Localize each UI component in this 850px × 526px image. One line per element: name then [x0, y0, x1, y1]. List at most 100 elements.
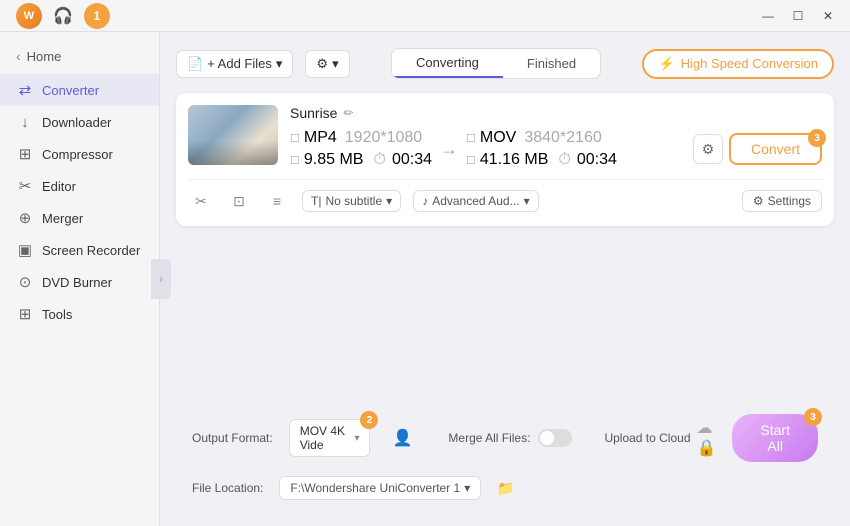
edit-icon[interactable]: ✏: [343, 106, 353, 120]
notification-badge[interactable]: 1: [84, 3, 110, 29]
add-files-icon: 📄: [187, 56, 203, 72]
upload-label: Upload to Cloud: [604, 431, 690, 445]
format-icon: ☐: [290, 132, 300, 145]
audio-select[interactable]: ♪ Advanced Aud... ▾: [413, 190, 538, 212]
sidebar-item-merger[interactable]: ⊕ Merger: [0, 202, 159, 234]
sidebar: ‹ Home ⇄ Converter ↓ Downloader ⊞ Compre…: [0, 32, 160, 526]
sidebar-label-tools: Tools: [42, 307, 72, 322]
file-card-top: Sunrise ✏ ☐ MP4 1920*1080 ☐: [188, 105, 822, 169]
file-card: Sunrise ✏ ☐ MP4 1920*1080 ☐: [176, 93, 834, 226]
add-files-label: + Add Files: [207, 56, 272, 71]
output-format-value: MOV 4K Vide: [300, 424, 351, 452]
headphone-icon[interactable]: 🎧: [50, 3, 76, 29]
title-bar-icons: W 🎧 1: [16, 3, 110, 29]
footer-row2: File Location: F:\Wondershare UniConvert…: [176, 476, 834, 510]
tab-converting[interactable]: Converting: [392, 49, 503, 78]
output-format-row: ☐ MOV 3840*2160: [466, 129, 617, 147]
scissors-icon[interactable]: ✂: [188, 188, 214, 214]
add-files-button[interactable]: 📄 + Add Files ▾: [176, 50, 293, 78]
converter-icon: ⇄: [16, 81, 34, 99]
dropdown-arrow-icon2: ▾: [332, 56, 339, 72]
dropdown-arrow-icon: ▾: [276, 56, 283, 72]
title-bar: W 🎧 1 — ☐ ✕: [0, 0, 850, 32]
output-resolution: 3840*2160: [524, 129, 601, 147]
sidebar-label-downloader: Downloader: [42, 115, 111, 130]
subtitle-select[interactable]: T| No subtitle ▾: [302, 190, 401, 212]
subtitle-icon: T|: [311, 194, 321, 208]
bottom-options: ✂ ⊡ ≡ T| No subtitle ▾ ♪ Advanced Aud...…: [188, 179, 822, 214]
tab-group: Converting Finished: [391, 48, 601, 79]
main-content: 📄 + Add Files ▾ ⚙ ▾ Converting Finished …: [160, 32, 850, 526]
sidebar-label-editor: Editor: [42, 179, 76, 194]
path-dropdown-icon: ▾: [464, 481, 470, 495]
sidebar-item-downloader[interactable]: ↓ Downloader: [0, 106, 159, 138]
format-icon-btn[interactable]: 👤: [392, 428, 412, 448]
title-bar-controls: — ☐ ✕: [754, 5, 842, 27]
maximize-button[interactable]: ☐: [784, 5, 812, 27]
sidebar-collapse-button[interactable]: ›: [151, 259, 171, 299]
output-format-icon: ☐: [466, 132, 476, 145]
sidebar-item-editor[interactable]: ✂ Editor: [0, 170, 159, 202]
sidebar-label-screen-recorder: Screen Recorder: [42, 243, 140, 258]
file-name: Sunrise: [290, 105, 337, 121]
tab-finished[interactable]: Finished: [503, 49, 600, 78]
downloader-icon: ↓: [16, 113, 34, 131]
lightning-icon: ⚡: [658, 56, 674, 72]
tools-icon: ⊞: [16, 305, 34, 323]
settings-small-button[interactable]: ⚙: [693, 134, 723, 164]
cloud-icon[interactable]: ☁🔒: [697, 418, 717, 458]
folder-icon[interactable]: 📁: [497, 480, 514, 497]
content-spacer: [176, 226, 834, 406]
home-label: Home: [27, 49, 62, 64]
sidebar-item-tools[interactable]: ⊞ Tools: [0, 298, 159, 330]
sidebar-item-compressor[interactable]: ⊞ Compressor: [0, 138, 159, 170]
sidebar-home[interactable]: ‹ Home: [0, 42, 159, 70]
sidebar-item-dvd-burner[interactable]: ⊙ DVD Burner: [0, 266, 159, 298]
merge-row: Merge All Files:: [448, 429, 572, 447]
output-format-select[interactable]: MOV 4K Vide ▾: [289, 419, 371, 457]
file-name-row: Sunrise ✏: [290, 105, 822, 121]
minimize-button[interactable]: —: [754, 5, 782, 27]
close-button[interactable]: ✕: [814, 5, 842, 27]
merger-icon: ⊕: [16, 209, 34, 227]
source-size-row: ☐ 9.85 MB ⏱ 00:34: [290, 151, 432, 169]
sidebar-label-compressor: Compressor: [42, 147, 113, 162]
output-duration: 00:34: [577, 151, 617, 169]
audio-label: Advanced Aud...: [432, 194, 519, 208]
merge-toggle[interactable]: [538, 429, 572, 447]
bookmark-icon[interactable]: ⊡: [226, 188, 252, 214]
audio-arrow-icon: ▾: [524, 194, 530, 208]
file-info: Sunrise ✏ ☐ MP4 1920*1080 ☐: [290, 105, 822, 169]
output-format-select-container: MOV 4K Vide ▾ 2: [289, 419, 371, 457]
list-icon[interactable]: ≡: [264, 188, 290, 214]
clock-icon: ⏱: [373, 151, 385, 169]
audio-icon: ♪: [422, 194, 428, 208]
high-speed-button[interactable]: ⚡ High Speed Conversion: [642, 49, 834, 79]
source-format-row: ☐ MP4 1920*1080: [290, 129, 432, 147]
source-resolution: 1920*1080: [345, 129, 422, 147]
file-details-row: ☐ MP4 1920*1080 ☐ 9.85 MB ⏱ 00:34: [290, 129, 822, 169]
gear-icon: ⚙: [753, 194, 764, 208]
output-size-icon: ☐: [466, 154, 476, 167]
settings-label: Settings: [768, 194, 811, 208]
settings-button[interactable]: ⚙ Settings: [742, 190, 822, 212]
file-thumbnail: [188, 105, 278, 165]
output-size: 41.16 MB: [480, 151, 548, 169]
dvd-burner-icon: ⊙: [16, 273, 34, 291]
screen-recorder-icon: ▣: [16, 241, 34, 259]
merge-label: Merge All Files:: [448, 431, 530, 445]
sidebar-item-screen-recorder[interactable]: ▣ Screen Recorder: [0, 234, 159, 266]
output-clock-icon: ⏱: [558, 151, 570, 169]
file-path-display: F:\Wondershare UniConverter 1 ▾: [279, 476, 481, 500]
footer-row1: Output Format: MOV 4K Vide ▾ 2 👤 Merge A…: [176, 406, 834, 472]
user-avatar[interactable]: W: [16, 3, 42, 29]
editor-icon: ✂: [16, 177, 34, 195]
convert-arrow-icon: →: [440, 139, 458, 160]
size-icon: ☐: [290, 154, 300, 167]
output-format: MOV: [480, 129, 516, 147]
output-meta: ☐ MOV 3840*2160 ☐ 41.16 MB ⏱ 00:34: [466, 129, 617, 169]
source-size: 9.85 MB: [304, 151, 364, 169]
sidebar-item-converter[interactable]: ⇄ Converter: [0, 74, 159, 106]
add-more-button[interactable]: ⚙ ▾: [305, 50, 349, 78]
start-all-container: Start All 3: [732, 414, 818, 462]
